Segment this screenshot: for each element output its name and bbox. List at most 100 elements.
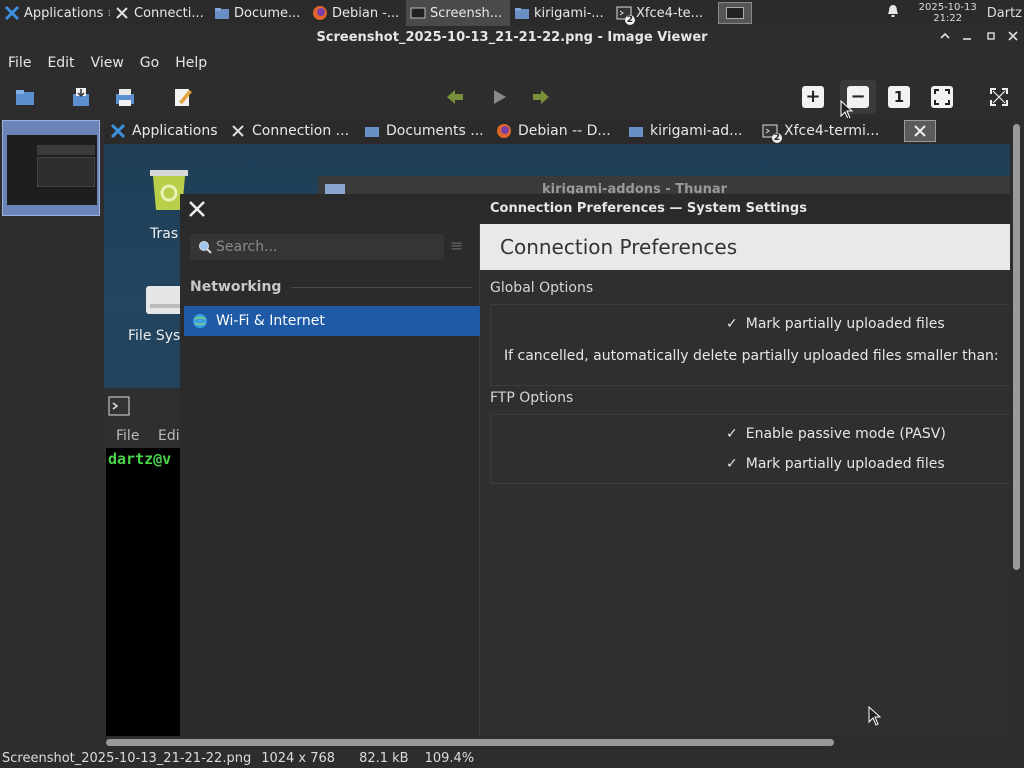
- terminal-menu-file: File: [116, 428, 140, 444]
- window-minimize-button[interactable]: [956, 26, 978, 50]
- hamburger-menu-icon[interactable]: ≡: [450, 236, 463, 255]
- settings-content: Connection Preferences Global Options ✓ M…: [480, 224, 1010, 736]
- firefox-icon: [312, 5, 328, 21]
- task-label: Docume...: [234, 5, 301, 21]
- screenshot-mouse-pointer-icon: [868, 706, 882, 726]
- menu-help[interactable]: Help: [175, 55, 217, 71]
- folder-icon: [365, 127, 379, 137]
- tools-icon: [114, 5, 130, 21]
- task-count-badge: 2: [624, 15, 635, 25]
- status-filesize: 82.1 kB: [359, 750, 409, 766]
- slideshow-button[interactable]: [486, 84, 512, 110]
- arrow-left-icon: [447, 90, 463, 104]
- status-zoom: 109.4%: [424, 750, 475, 766]
- task-label: Xfce4-te...: [636, 5, 704, 21]
- task-kirigami[interactable]: kirigami-...: [510, 0, 612, 26]
- edit-pencil-icon: [175, 89, 192, 106]
- print-button[interactable]: [112, 84, 138, 110]
- zoom-original-label: 1: [893, 87, 905, 106]
- auto-delete-label: If cancelled, automatically delete parti…: [504, 348, 999, 364]
- screenshot-task-documents: Documents ...: [358, 118, 490, 144]
- firefox-icon: [497, 124, 511, 138]
- toolbar: + − 1: [0, 78, 1024, 120]
- checkbox-label: Mark partially uploaded files: [745, 456, 945, 472]
- ftp-mark-partial-checkbox[interactable]: ✓ Mark partially uploaded files: [726, 456, 945, 472]
- zoom-fit-button[interactable]: [929, 84, 955, 110]
- task-screenshot[interactable]: Screensh...: [406, 0, 510, 26]
- settings-sidebar: Search... ≡ Networking Wi-Fi & Internet: [180, 224, 480, 736]
- clock-time: 21:22: [933, 13, 963, 24]
- menu-edit[interactable]: Edit: [47, 55, 84, 71]
- window-close-button[interactable]: [1002, 26, 1024, 50]
- task-label: Debian -...: [332, 5, 400, 21]
- workspace-switcher[interactable]: [718, 2, 752, 24]
- window-maximize-up-button[interactable]: [934, 26, 956, 50]
- screenshot-task-debian: Debian -- D...: [490, 118, 622, 144]
- folder-icon: [629, 127, 643, 137]
- image-canvas[interactable]: Applications Connection ... Documents ..…: [104, 118, 1010, 736]
- vertical-scrollbar[interactable]: [1013, 124, 1020, 570]
- applications-menu[interactable]: Applications ≡: [0, 0, 110, 26]
- folder-icon: [514, 5, 530, 21]
- status-bar: Screenshot_2025-10-13_21-21-22.png 1024 …: [0, 748, 1024, 768]
- next-image-button[interactable]: [528, 84, 554, 110]
- nav-item-wifi-internet[interactable]: Wi-Fi & Internet: [184, 306, 480, 336]
- nav-section-label: Networking: [190, 279, 282, 295]
- notification-bell-icon[interactable]: [883, 4, 903, 22]
- clock-date: 2025-10-13: [918, 2, 977, 13]
- menu-bar: File Edit View Go Help: [0, 50, 1024, 76]
- system-settings-window: Connection Preferences — System Settings…: [180, 194, 1010, 736]
- screenshot-task-label: Connection ...: [252, 123, 350, 139]
- globe-icon: [193, 314, 207, 328]
- menu-view[interactable]: View: [91, 55, 134, 71]
- task-connection[interactable]: Connecti...: [110, 0, 210, 26]
- open-file-button[interactable]: [12, 84, 38, 110]
- settings-search-input[interactable]: Search...: [190, 234, 444, 260]
- status-filename: Screenshot_2025-10-13_21-21-22.png: [2, 750, 252, 766]
- user-menu[interactable]: Dartz: [987, 6, 1022, 21]
- filesystem-label: File Sys: [128, 328, 181, 344]
- screenshot-task-label: Debian -- D...: [518, 123, 611, 139]
- search-placeholder: Search...: [216, 239, 278, 255]
- folder-icon: [214, 5, 230, 21]
- applications-label: Applications: [24, 5, 104, 21]
- window-restore-button[interactable]: [980, 26, 1002, 50]
- thumbnail-selected[interactable]: [2, 120, 100, 216]
- search-icon: [199, 241, 212, 254]
- save-as-button[interactable]: [68, 84, 94, 110]
- ftp-passive-mode-checkbox[interactable]: ✓ Enable passive mode (PASV): [726, 426, 946, 442]
- menu-go[interactable]: Go: [140, 55, 169, 71]
- clock[interactable]: 2025-10-13 21:22: [919, 2, 977, 24]
- nav-section-header: Networking: [190, 274, 472, 300]
- menu-file[interactable]: File: [8, 55, 41, 71]
- screenshot-task-label: kirigami-ad...: [650, 123, 743, 139]
- thumbnail-strip: [0, 118, 102, 736]
- play-icon: [494, 90, 506, 104]
- task-documents[interactable]: Docume...: [210, 0, 308, 26]
- zoom-in-icon: +: [802, 86, 824, 108]
- zoom-original-button[interactable]: 1: [886, 84, 912, 110]
- horizontal-scrollbar[interactable]: [106, 739, 834, 746]
- screenshot-task-connection: Connection ...: [224, 118, 358, 144]
- checkmark-icon: ✓: [726, 426, 738, 442]
- previous-image-button[interactable]: [442, 84, 468, 110]
- settings-tools-icon: [189, 201, 205, 217]
- nav-item-label: Wi-Fi & Internet: [216, 313, 325, 329]
- ftp-options-group: [490, 414, 1010, 484]
- global-mark-partial-checkbox[interactable]: ✓ Mark partially uploaded files: [726, 316, 945, 332]
- top-panel: Applications ≡ Connecti... Docume... Deb…: [0, 0, 1024, 26]
- ftp-options-heading: FTP Options: [490, 390, 574, 406]
- zoom-original-icon: 1: [888, 86, 910, 108]
- printer-icon: [116, 89, 134, 106]
- checkbox-label: Mark partially uploaded files: [745, 316, 945, 332]
- fullscreen-button[interactable]: [986, 84, 1012, 110]
- screenshot-terminal-window: File Edi dartz@v: [104, 388, 184, 736]
- task-label: kirigami-...: [534, 5, 604, 21]
- zoom-in-button[interactable]: +: [800, 84, 826, 110]
- task-terminal[interactable]: 2 Xfce4-te...: [612, 0, 712, 26]
- edit-button[interactable]: [170, 84, 196, 110]
- filesystem-desktop-icon: File Sys: [128, 278, 188, 358]
- task-label: Screensh...: [430, 5, 503, 21]
- xfce-logo-icon: [110, 123, 126, 139]
- task-debian[interactable]: Debian -...: [308, 0, 406, 26]
